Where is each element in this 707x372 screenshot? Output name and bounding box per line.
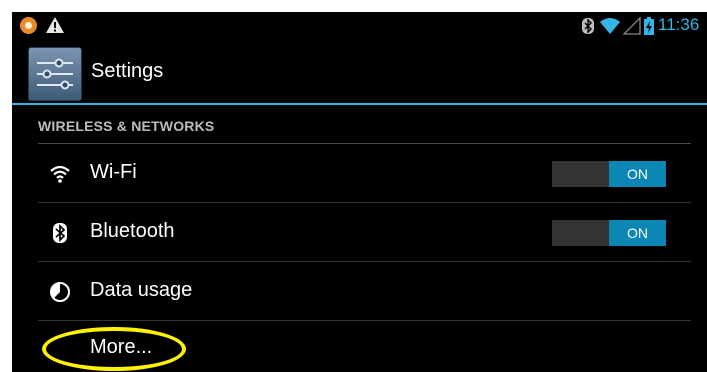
wifi-icon — [599, 16, 621, 36]
page-title: Settings — [91, 60, 164, 82]
list-item-bluetooth[interactable]: Bluetooth ON — [12, 203, 707, 261]
wifi-toggle[interactable]: ON — [552, 161, 666, 187]
settings-list: WIRELESS & NETWORKS Wi-Fi ON Bluetooth O… — [12, 105, 707, 372]
signal-icon — [622, 16, 641, 36]
android-screen: 11:36 Settings WIRELESS & NETWORKS Wi-Fi… — [12, 12, 707, 372]
bluetooth-toggle[interactable]: ON — [552, 220, 666, 246]
wifi-label: Wi-Fi — [90, 161, 137, 183]
data-usage-icon — [49, 281, 71, 303]
warning-icon[interactable] — [45, 15, 65, 35]
list-item-more[interactable]: More... — [12, 321, 707, 372]
action-bar: Settings — [12, 40, 707, 103]
bluetooth-icon — [581, 16, 595, 36]
wifi-toggle-state: ON — [609, 161, 666, 187]
list-item-wifi[interactable]: Wi-Fi ON — [12, 144, 707, 202]
bluetooth-icon — [49, 222, 71, 244]
bluetooth-toggle-state: ON — [609, 220, 666, 246]
app-notification-icon[interactable] — [20, 17, 37, 34]
section-header: WIRELESS & NETWORKS — [38, 118, 215, 134]
settings-sliders-icon[interactable] — [28, 47, 82, 101]
data-usage-label: Data usage — [90, 279, 193, 301]
status-bar: 11:36 — [12, 12, 707, 40]
status-time: 11:36 — [658, 15, 700, 34]
list-item-data-usage[interactable]: Data usage — [12, 262, 707, 320]
bluetooth-label: Bluetooth — [90, 220, 175, 242]
more-label: More... — [90, 336, 153, 358]
wifi-icon — [49, 163, 71, 185]
battery-charging-icon — [644, 16, 654, 36]
